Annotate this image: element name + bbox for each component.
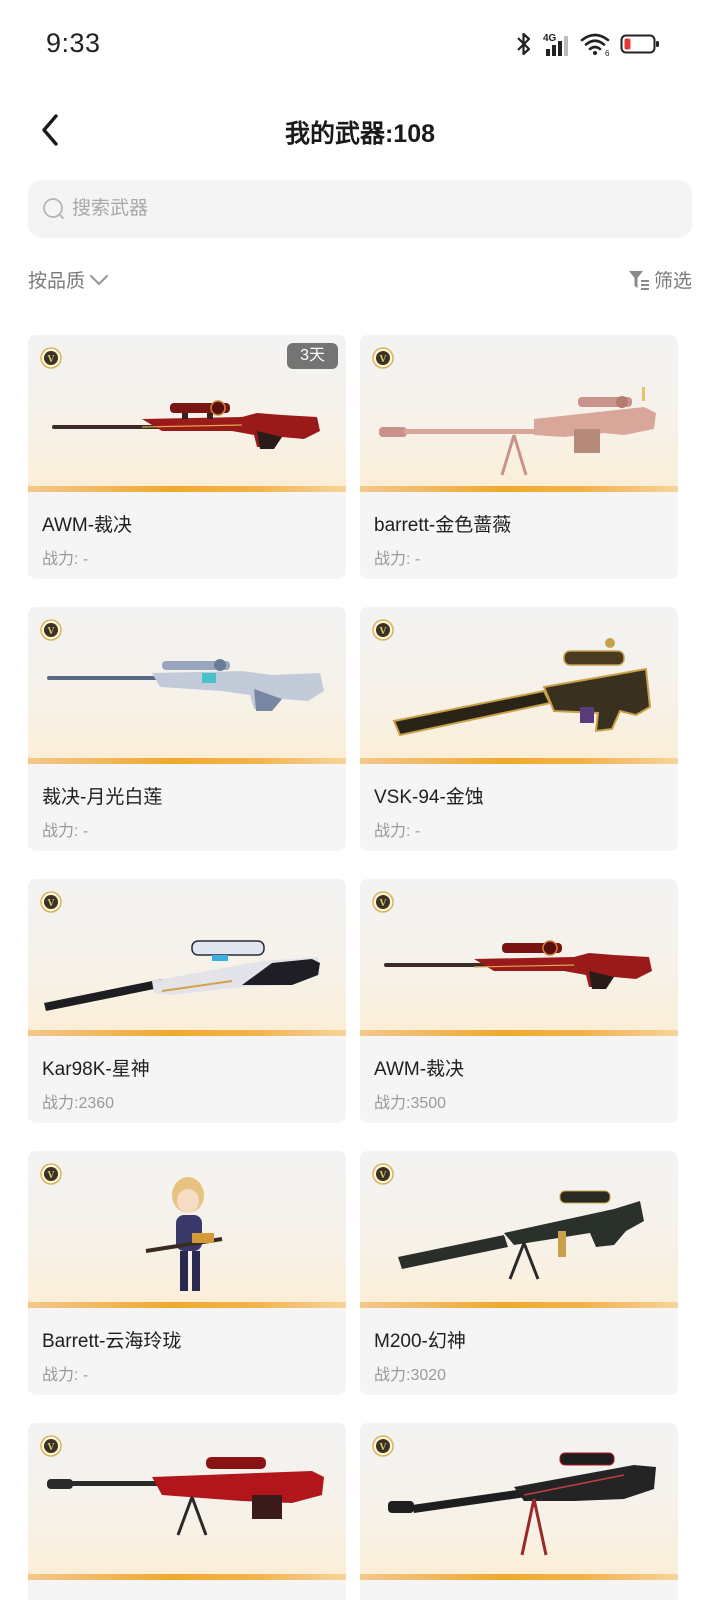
wifi-label: 6: [605, 49, 610, 57]
signal-4g-icon: 4G: [543, 33, 568, 56]
weapon-image-area: V: [360, 335, 678, 492]
weapon-card[interactable]: V: [28, 1423, 346, 1600]
weapon-name: VSK-94-金蚀: [374, 787, 484, 808]
weapon-grid: V 3天 AWM-裁决 战力: - V barrett-金色蔷薇 战力: - V…: [28, 335, 692, 1600]
weapon-image: [379, 387, 656, 476]
weapon-power: 战力: -: [42, 823, 89, 840]
weapon-image-area: V: [28, 1151, 346, 1308]
weapon-name: Kar98K-星神: [42, 1059, 150, 1080]
search-box[interactable]: [28, 180, 692, 238]
weapon-power: 战力: -: [374, 551, 421, 568]
weapon-image-area: V: [360, 879, 678, 1036]
weapon-power: 战力: -: [42, 551, 89, 568]
weapon-power: 战力:3020: [374, 1367, 447, 1384]
weapon-image: [392, 638, 652, 737]
chevron-down-icon: [89, 274, 109, 285]
status-time: 9:33: [46, 28, 101, 58]
weapon-image-area: V: [28, 879, 346, 1036]
weapon-image: [47, 1457, 324, 1536]
weapon-card[interactable]: V: [360, 1423, 678, 1600]
filter-row: 按品质 筛选: [28, 262, 692, 296]
sort-by-quality-button[interactable]: 按品质: [28, 266, 109, 293]
weapon-card[interactable]: V barrett-金色蔷薇 战力: -: [360, 335, 678, 579]
weapon-card[interactable]: V M200-幻神 战力:3020: [360, 1151, 678, 1395]
page-title: 我的武器:108: [284, 120, 436, 148]
weapon-image: [398, 1190, 644, 1280]
wifi-icon: 6: [580, 33, 610, 57]
weapon-image: [47, 659, 324, 711]
weapon-image: [384, 940, 652, 989]
weapon-card[interactable]: V 3天 AWM-裁决 战力: -: [28, 335, 346, 579]
page-header: 我的武器:108: [0, 96, 720, 166]
filter-label: 筛选: [653, 271, 692, 292]
weapon-card[interactable]: V 裁决-月光白莲 战力: -: [28, 607, 346, 851]
weapon-power: 战力: -: [374, 823, 421, 840]
bluetooth-icon: [517, 32, 531, 56]
weapon-name: AWM-裁决: [374, 1059, 465, 1080]
weapon-card[interactable]: V AWM-裁决 战力:3500: [360, 879, 678, 1123]
weapon-image: [388, 1452, 656, 1556]
weapon-image-area: V: [28, 1423, 346, 1580]
search-icon: [43, 198, 64, 219]
weapon-image-area: V: [360, 1423, 678, 1580]
weapon-card[interactable]: V VSK-94-金蚀 战力: -: [360, 607, 678, 851]
weapon-name: M200-幻神: [374, 1331, 466, 1352]
weapon-card[interactable]: V Kar98K-星神 战力:2360: [28, 879, 346, 1123]
weapon-image-area: V: [28, 607, 346, 764]
weapon-power: 战力:2360: [42, 1095, 115, 1112]
weapon-image: [44, 940, 320, 1011]
filter-button[interactable]: 筛选: [628, 266, 692, 293]
weapon-image-area: V 3天: [28, 335, 346, 492]
weapon-card[interactable]: V Barrett-云海玲珑 战力: -: [28, 1151, 346, 1395]
weapon-name: 裁决-月光白莲: [42, 787, 163, 808]
weapon-image: [52, 400, 320, 449]
status-icons: 4G 6: [514, 30, 660, 58]
weapon-power: 战力: -: [42, 1367, 89, 1384]
weapon-image: [145, 1177, 223, 1291]
weapon-image-area: V: [360, 607, 678, 764]
weapon-image-area: V: [360, 1151, 678, 1308]
weapon-power: 战力:3500: [374, 1095, 447, 1112]
funnel-icon: [628, 270, 649, 290]
weapon-name: Barrett-云海玲珑: [42, 1331, 182, 1352]
sort-label: 按品质: [28, 271, 86, 292]
search-input[interactable]: [72, 198, 632, 220]
weapon-name: barrett-金色蔷薇: [374, 515, 512, 536]
weapon-name: AWM-裁决: [42, 515, 133, 536]
status-bar: 9:33 4G 6: [0, 0, 720, 90]
battery-low-icon: [620, 34, 659, 54]
network-label: 4G: [543, 33, 557, 44]
